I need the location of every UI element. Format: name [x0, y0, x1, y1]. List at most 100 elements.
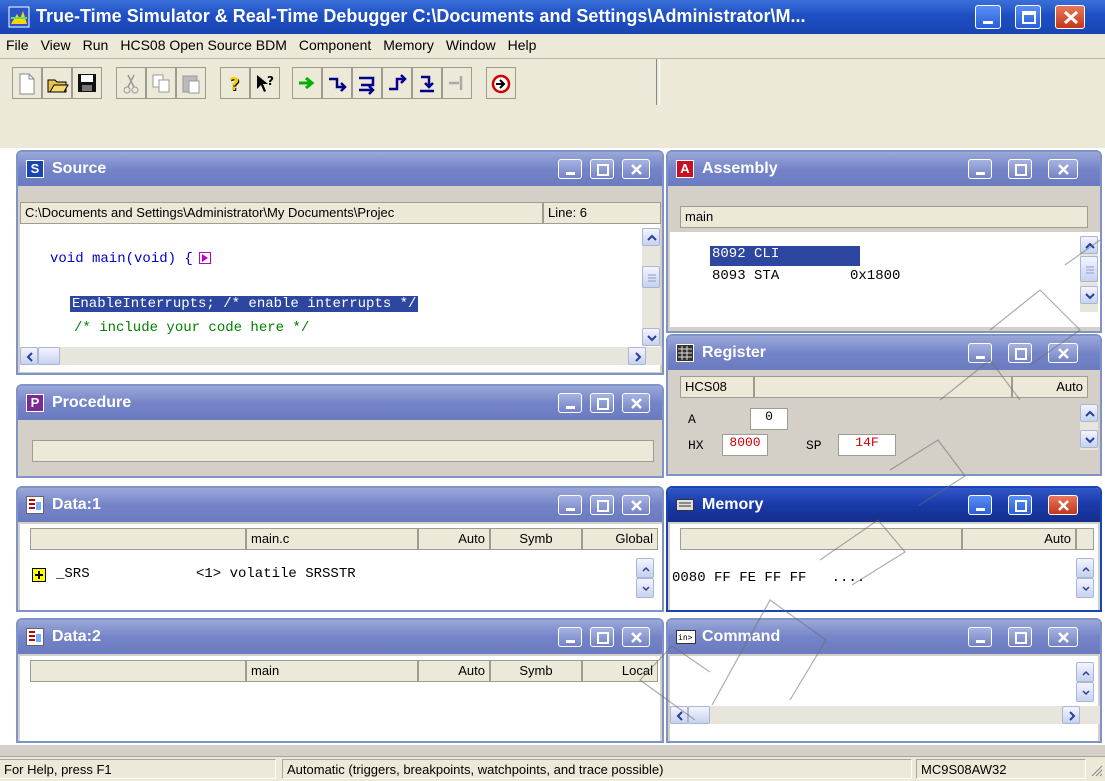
source-close-button[interactable] [622, 159, 650, 179]
data1-mode[interactable]: Symb [490, 528, 582, 550]
scroll-up-button[interactable] [1076, 558, 1094, 578]
menu-component[interactable]: Component [293, 34, 377, 53]
register-close-button[interactable] [1048, 343, 1078, 363]
scroll-up-button[interactable] [1080, 404, 1098, 422]
register-hx-value[interactable]: 8000 [722, 434, 768, 456]
data2-minimize-button[interactable] [558, 627, 582, 647]
source-title-bar[interactable]: S Source [18, 152, 662, 186]
memory-close-button[interactable] [1048, 495, 1078, 515]
breakpoint-marker-icon[interactable] [198, 252, 211, 264]
code-line-current[interactable]: EnableInterrupts; /* enable interrupts *… [70, 296, 419, 312]
memory-minimize-button[interactable] [968, 495, 992, 515]
scroll-up-button[interactable] [636, 558, 654, 578]
data1-row-name[interactable]: _SRS [56, 566, 90, 582]
register-title-bar[interactable]: Register [668, 336, 1100, 370]
command-close-button[interactable] [1048, 627, 1078, 647]
assembly-step-button[interactable] [412, 67, 442, 99]
command-pane[interactable] [670, 656, 1100, 741]
source-maximize-button[interactable] [590, 159, 614, 179]
register-a-value[interactable]: 0 [750, 408, 788, 430]
register-sp-value[interactable]: 14F [838, 434, 896, 456]
single-step-button[interactable] [322, 67, 352, 99]
scroll-thumb[interactable] [38, 347, 60, 365]
menu-memory[interactable]: Memory [377, 34, 440, 53]
memory-row[interactable]: 0080 FF FE FF FF .... [672, 570, 865, 586]
maximize-button[interactable] [1015, 5, 1041, 29]
menu-bdm[interactable]: HCS08 Open Source BDM [114, 34, 293, 53]
assembly-maximize-button[interactable] [1008, 159, 1032, 179]
data1-maximize-button[interactable] [590, 495, 614, 515]
procedure-minimize-button[interactable] [558, 393, 582, 413]
scroll-up-button[interactable] [1080, 236, 1098, 254]
procedure-title-bar[interactable]: P Procedure [18, 386, 662, 420]
data2-format[interactable]: Auto [418, 660, 490, 682]
assembly-vertical-scrollbar[interactable] [1080, 236, 1098, 312]
command-maximize-button[interactable] [1008, 627, 1032, 647]
scroll-down-button[interactable] [1076, 682, 1094, 702]
menu-help[interactable]: Help [502, 34, 543, 53]
data1-minimize-button[interactable] [558, 495, 582, 515]
data2-close-button[interactable] [622, 627, 650, 647]
memory-maximize-button[interactable] [1008, 495, 1032, 515]
scroll-down-button[interactable] [642, 328, 660, 346]
source-minimize-button[interactable] [558, 159, 582, 179]
menu-window[interactable]: Window [440, 34, 502, 53]
code-line-3[interactable]: /* include your code here */ [74, 320, 309, 336]
resize-grip-icon[interactable] [1089, 763, 1103, 777]
menu-view[interactable]: View [35, 34, 77, 53]
data1-vertical-scrollbar[interactable] [636, 558, 654, 598]
memory-mode[interactable]: Auto [962, 528, 1076, 550]
data1-close-button[interactable] [622, 495, 650, 515]
scroll-down-button[interactable] [636, 578, 654, 598]
assembly-row[interactable]: 8093 STA 0x1800 [712, 268, 900, 284]
new-file-button[interactable] [12, 67, 42, 99]
start-continue-button[interactable] [292, 67, 322, 99]
assembly-minimize-button[interactable] [968, 159, 992, 179]
scroll-thumb[interactable] [688, 706, 710, 724]
paste-button[interactable] [176, 67, 206, 99]
procedure-maximize-button[interactable] [590, 393, 614, 413]
scroll-up-button[interactable] [1076, 662, 1094, 682]
context-help-button[interactable]: ? [250, 67, 280, 99]
assembly-close-button[interactable] [1048, 159, 1078, 179]
command-title-bar[interactable]: in> Command [668, 620, 1100, 654]
data2-maximize-button[interactable] [590, 627, 614, 647]
save-button[interactable] [72, 67, 102, 99]
data1-file[interactable]: main.c [246, 528, 418, 550]
data2-file[interactable]: main [246, 660, 418, 682]
help-button[interactable]: ?? [220, 67, 250, 99]
memory-vertical-scrollbar[interactable] [1076, 558, 1094, 598]
app-title-bar[interactable]: True-Time Simulator & Real-Time Debugger… [0, 0, 1105, 34]
assembly-title-bar[interactable]: A Assembly [668, 152, 1100, 186]
scroll-thumb[interactable] [1080, 256, 1098, 282]
close-button[interactable] [1055, 5, 1085, 29]
minimize-button[interactable] [975, 5, 1001, 29]
scroll-down-button[interactable] [1080, 430, 1098, 448]
memory-title-bar[interactable]: Memory [668, 488, 1100, 522]
expand-icon[interactable] [32, 568, 46, 582]
command-horizontal-scrollbar[interactable] [670, 706, 1100, 724]
code-line-1[interactable]: void main(void) { [50, 250, 211, 267]
reset-button[interactable] [486, 67, 516, 99]
procedure-list[interactable] [32, 440, 654, 462]
data1-title-bar[interactable]: Data:1 [18, 488, 662, 522]
step-out-button[interactable] [382, 67, 412, 99]
scroll-right-button[interactable] [1062, 706, 1080, 724]
scroll-thumb[interactable] [642, 266, 660, 288]
open-button[interactable] [42, 67, 72, 99]
register-mode[interactable]: Auto [1012, 376, 1088, 398]
scroll-up-button[interactable] [642, 228, 660, 246]
register-minimize-button[interactable] [968, 343, 992, 363]
step-over-button[interactable] [352, 67, 382, 99]
data2-title-bar[interactable]: Data:2 [18, 620, 662, 654]
scroll-left-button[interactable] [670, 706, 688, 724]
menu-file[interactable]: File [0, 34, 35, 53]
procedure-close-button[interactable] [622, 393, 650, 413]
cut-button[interactable] [116, 67, 146, 99]
scroll-down-button[interactable] [1076, 578, 1094, 598]
command-minimize-button[interactable] [968, 627, 992, 647]
copy-button[interactable] [146, 67, 176, 99]
data2-mode[interactable]: Symb [490, 660, 582, 682]
source-vertical-scrollbar[interactable] [642, 228, 660, 346]
data1-scope[interactable]: Global [582, 528, 658, 550]
